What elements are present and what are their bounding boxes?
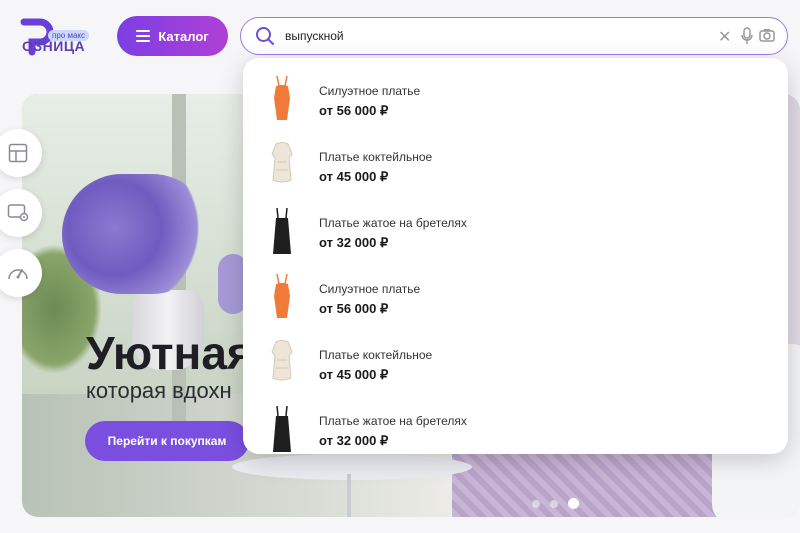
camera-icon[interactable] (759, 28, 775, 43)
product-thumbnail (265, 204, 299, 258)
product-thumbnail (265, 270, 299, 324)
suggestion-price: от 32 000 ₽ (319, 235, 389, 250)
microphone-icon[interactable] (741, 27, 753, 45)
carousel-dots (532, 498, 579, 509)
shop-now-button[interactable]: Перейти к покупкам (85, 421, 249, 461)
suggestion-price: от 56 000 ₽ (319, 103, 389, 118)
suggestion-name: Силуэтное платье (319, 282, 421, 296)
suggestion-name: Платье коктейльное (319, 348, 433, 362)
search-icon[interactable] (255, 26, 275, 46)
suggestion-name: Платье жатое на бретелях (319, 216, 467, 230)
clear-icon[interactable]: ✕ (718, 27, 731, 47)
suggestion-name: Платье жатое на бретелях (319, 414, 467, 428)
speedometer-icon (8, 269, 28, 280)
carousel-dot[interactable] (550, 499, 558, 508)
suggestion-item[interactable]: Платье жатое на бретелях от 32 000 ₽ (243, 198, 788, 264)
logo-text: ОЗНИЦА (22, 38, 86, 54)
layout-icon (8, 143, 28, 163)
suggestion-item[interactable]: Силуэтное платье от 56 000 ₽ (243, 66, 788, 132)
suggestion-item[interactable]: Платье жатое на бретелях от 32 000 ₽ (243, 396, 788, 462)
suggestion-price: от 32 000 ₽ (319, 433, 389, 448)
search-bar[interactable]: выпускной ✕ (240, 17, 788, 55)
suggestion-price: от 56 000 ₽ (319, 301, 389, 316)
search-suggestions: Силуэтное платье от 56 000 ₽ Платье коктей… (243, 58, 788, 454)
catalog-button-label: Каталог (158, 28, 209, 44)
suggestion-price: от 45 000 ₽ (319, 367, 389, 382)
suggestion-name: Платье коктейльное (319, 150, 433, 164)
carousel-dot[interactable] (532, 499, 540, 508)
suggestion-item[interactable]: Силуэтное платье от 56 000 ₽ (243, 264, 788, 330)
product-thumbnail (265, 72, 299, 126)
hero-subtitle: которая вдохн (86, 378, 232, 403)
suggestion-price: от 45 000 ₽ (319, 169, 389, 184)
monitor-settings-icon (7, 204, 29, 222)
hero-title: Уютная (86, 327, 254, 379)
page: про макс ОЗНИЦА Каталог выпускной ✕ Уютн… (0, 0, 800, 533)
banner-hydrangea (62, 174, 212, 294)
search-input[interactable]: выпускной (285, 29, 344, 43)
product-thumbnail (265, 336, 299, 390)
catalog-button[interactable]: Каталог (117, 16, 228, 56)
suggestion-name: Силуэтное платье (319, 84, 421, 98)
carousel-dot-active[interactable] (568, 498, 579, 509)
product-thumbnail (265, 138, 299, 192)
product-thumbnail (265, 402, 299, 456)
suggestion-item[interactable]: Платье коктейльное от 45 000 ₽ (243, 330, 788, 396)
menu-icon (136, 30, 151, 42)
suggestion-item[interactable]: Платье коктейльное от 45 000 ₽ (243, 132, 788, 198)
